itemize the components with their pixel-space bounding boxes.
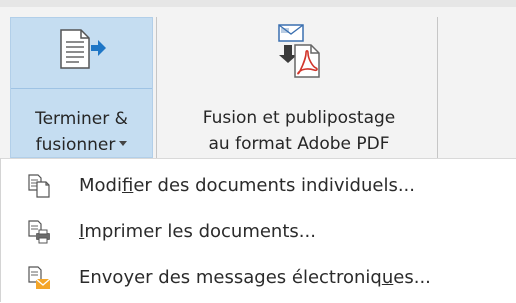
finish-merge-dropdown-menu: Modifier des documents individuels... Im…	[0, 158, 516, 303]
menu-item-print-documents[interactable]: Imprimer les documents...	[0, 209, 516, 255]
chevron-down-icon	[119, 140, 128, 146]
menu-left-border	[0, 158, 1, 302]
edit-documents-icon	[28, 174, 50, 198]
adobe-pdf-merge-button[interactable]: Fusion et publipostage au format Adobe P…	[162, 17, 436, 158]
ribbon-separator	[156, 17, 157, 158]
ribbon-panel: Terminer & fusionner Fusion et publipost…	[0, 0, 516, 158]
adobe-pdf-merge-label-line2: au format Adobe PDF	[208, 134, 390, 154]
menu-item-label: Imprimer les documents...	[79, 221, 316, 242]
adobe-pdf-merge-label-line1: Fusion et publipostage	[202, 108, 396, 128]
ribbon-separator	[437, 17, 438, 158]
ribbon-top-border	[0, 0, 516, 7]
menu-item-label: Modifier des documents individuels...	[79, 175, 415, 196]
finish-merge-icon	[60, 29, 106, 69]
finish-merge-dropdown-label: fusionner	[35, 135, 116, 155]
menu-item-send-email-messages[interactable]: Envoyer des messages électroniques...	[0, 255, 516, 301]
finish-merge-label-line1: Terminer &	[35, 109, 128, 129]
adobe-pdf-merge-icon	[278, 24, 320, 78]
send-email-icon	[28, 266, 51, 289]
menu-item-edit-individual-documents[interactable]: Modifier des documents individuels...	[0, 163, 516, 209]
finish-and-merge-button[interactable]: Terminer & fusionner	[10, 17, 153, 158]
split-button-divider	[11, 88, 152, 89]
menu-item-label: Envoyer des messages électroniques...	[79, 267, 431, 288]
print-documents-icon	[28, 220, 50, 244]
finish-merge-label-line2[interactable]: fusionner	[11, 132, 152, 158]
